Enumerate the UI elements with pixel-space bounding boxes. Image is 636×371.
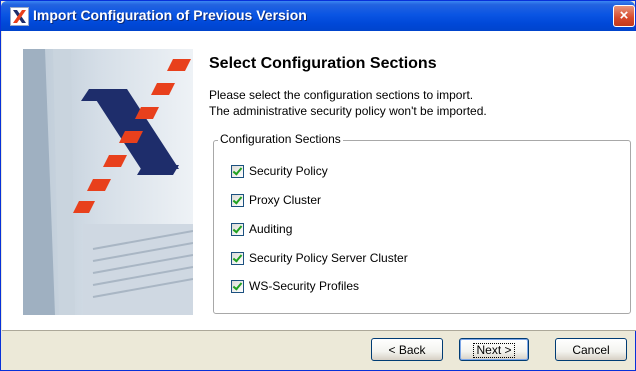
checkbox-checked-icon[interactable] [231,164,244,178]
page-description: Please select the configuration sections… [209,87,487,119]
checkbox-checked-icon[interactable] [231,193,244,207]
page-heading: Select Configuration Sections [209,55,437,72]
footer-divider [2,330,636,331]
checkbox-auditing[interactable]: Auditing [231,221,292,237]
close-button[interactable]: × [613,5,635,27]
app-logo-icon [10,7,29,26]
checkbox-proxy-cluster[interactable]: Proxy Cluster [231,192,321,208]
checkbox-checked-icon[interactable] [231,222,244,236]
next-button-label: Next > [473,343,515,358]
checkbox-label: Security Policy Server Cluster [249,251,408,265]
cancel-button[interactable]: Cancel [555,338,627,361]
window-title: Import Configuration of Previous Version [33,7,307,23]
checkbox-label: Security Policy [249,164,328,178]
next-button[interactable]: Next > [459,338,529,361]
dialog-window: Import Configuration of Previous Version… [0,0,636,371]
checkbox-checked-icon[interactable] [231,279,244,293]
description-line-1: Please select the configuration sections… [209,88,474,102]
group-legend: Configuration Sections [218,132,343,146]
checkbox-label: Auditing [249,222,293,236]
close-icon: × [619,7,629,24]
checkbox-label: Proxy Cluster [249,193,322,207]
checkbox-label: WS-Security Profiles [249,279,360,293]
checkbox-ws-security-profiles[interactable]: WS-Security Profiles [231,278,359,294]
checkbox-security-policy[interactable]: Security Policy [231,163,328,179]
checkbox-checked-icon[interactable] [231,251,244,265]
checkbox-security-policy-server-cluster[interactable]: Security Policy Server Cluster [231,250,408,266]
description-line-2: The administrative security policy won't… [209,104,487,118]
title-bar[interactable]: Import Configuration of Previous Version… [1,1,635,31]
back-button[interactable]: < Back [371,338,443,361]
wizard-side-image [23,49,193,315]
